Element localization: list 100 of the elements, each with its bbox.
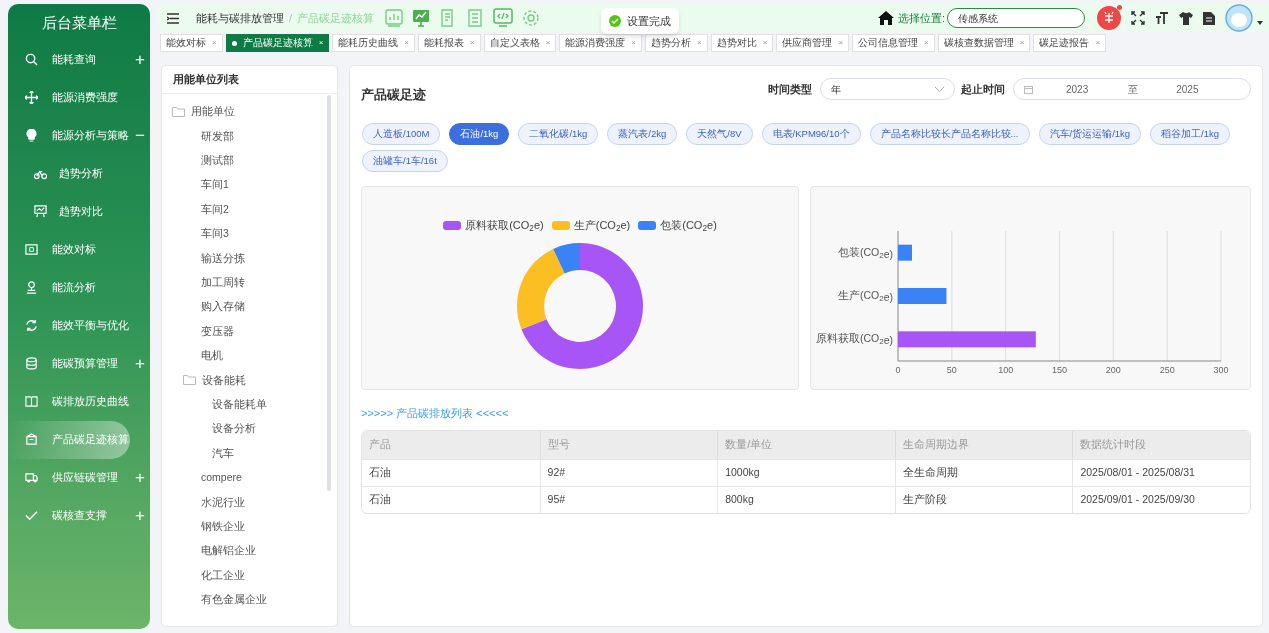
menu-item[interactable]: 能源消费强度: [8, 78, 150, 117]
scrollbar[interactable]: [327, 95, 331, 491]
search-icon: [25, 53, 38, 66]
package-icon: [25, 433, 38, 446]
close-icon[interactable]: ×: [404, 37, 409, 49]
tree-item[interactable]: 钢铁企业: [201, 518, 245, 535]
axis-tick-label: 250: [1159, 365, 1175, 375]
close-icon[interactable]: ×: [1019, 37, 1025, 49]
presentation-board-icon: [34, 205, 47, 218]
check-icon: [25, 509, 38, 522]
location-field[interactable]: 传感系统: [947, 8, 1085, 28]
menu-item[interactable]: 趋势对比: [8, 192, 150, 231]
shirt-icon[interactable]: [1179, 11, 1193, 25]
product-chip[interactable]: 蒸汽表/2kg: [607, 123, 678, 145]
tree-item[interactable]: 研发部: [201, 128, 234, 145]
tab[interactable]: 能源消费强度 ×: [559, 34, 643, 52]
tab[interactable]: 供应商管理 ×: [776, 34, 850, 52]
product-chip[interactable]: 汽车/货运运输/1kg: [1038, 123, 1142, 145]
tree-item[interactable]: 车间1: [201, 177, 229, 194]
tab[interactable]: 产品碳足迹核算 ×: [225, 34, 330, 52]
close-icon[interactable]: ×: [545, 37, 551, 49]
tree-item[interactable]: 电解铝企业: [201, 543, 256, 560]
tree-item[interactable]: 有色金属企业: [201, 592, 267, 608]
menu-item[interactable]: 能流分析: [8, 268, 150, 307]
axis-category-label: 生产(CO$_{2}$e): [837, 289, 893, 303]
tree-item[interactable]: 变压器: [201, 323, 234, 340]
expand-toggle[interactable]: −: [135, 127, 145, 144]
breadcrumb-separator: /: [289, 10, 293, 26]
close-icon[interactable]: ×: [697, 37, 702, 49]
tab[interactable]: 自定义表格 ×: [483, 34, 557, 52]
caret-icon[interactable]: [1257, 21, 1263, 25]
expand-toggle[interactable]: +: [135, 51, 145, 68]
tree-item[interactable]: 购入存储: [201, 299, 245, 316]
product-chip[interactable]: 电表/KPM96/10个: [761, 123, 861, 145]
table-cell: 全生命周期: [894, 459, 1073, 486]
sidebar-title: 后台菜单栏: [40, 13, 118, 33]
menu-item[interactable]: 趋势分析: [8, 154, 150, 193]
font-size-icon[interactable]: [1155, 11, 1169, 25]
product-chip[interactable]: 稻谷加工/1kg: [1150, 123, 1231, 145]
menu-item[interactable]: 碳核查支撑 +: [8, 496, 150, 535]
close-icon[interactable]: ×: [318, 37, 324, 49]
database-icon: [25, 357, 38, 370]
tree-item[interactable]: 电机: [201, 348, 223, 364]
tab[interactable]: 碳足迹报告 ×: [1033, 34, 1107, 52]
menu-item[interactable]: 能耗查询 +: [8, 40, 150, 79]
tree-item[interactable]: 设备分析: [212, 421, 256, 438]
product-chip[interactable]: 天然气/8V: [686, 123, 753, 145]
fullscreen-icon[interactable]: [1131, 11, 1145, 25]
menu-item[interactable]: 能效对标: [8, 230, 150, 269]
tab[interactable]: 能效对标 ×: [160, 34, 223, 52]
refresh-icon: [25, 319, 38, 332]
tab[interactable]: 碳核查数据管理 ×: [937, 34, 1031, 52]
tree-item[interactable]: 车间3: [201, 226, 229, 242]
expand-toggle[interactable]: +: [135, 355, 145, 372]
tree-item[interactable]: 测试部: [201, 153, 234, 169]
close-icon[interactable]: ×: [631, 37, 637, 49]
close-icon[interactable]: ×: [838, 37, 844, 49]
product-chip[interactable]: 油罐车/1车/16t: [362, 150, 448, 172]
expand-toggle[interactable]: +: [135, 507, 145, 524]
code-screen-icon[interactable]: [492, 8, 515, 28]
product-chip[interactable]: 石油/1kg: [449, 123, 510, 145]
menu-item[interactable]: 供应链碳管理 +: [8, 458, 150, 497]
settings-icon[interactable]: [521, 8, 542, 28]
tree-item[interactable]: 水泥行业: [201, 494, 245, 511]
menu-item[interactable]: 碳排放历史曲线: [8, 382, 150, 421]
menu-item[interactable]: 能碳预算管理 +: [8, 344, 150, 383]
axis-category-label: 包装(CO$_{2}$e): [837, 245, 893, 260]
product-chip[interactable]: 产品名称比较长产品名称比较...: [869, 123, 1030, 145]
tree-item[interactable]: 输送分拣: [201, 250, 245, 267]
close-icon[interactable]: ×: [1095, 37, 1101, 49]
menu-item[interactable]: 能效平衡与优化: [8, 306, 150, 345]
expand-toggle[interactable]: +: [135, 469, 145, 486]
table-cell: 2025/08/01 - 2025/08/31: [1072, 459, 1250, 486]
tree-item[interactable]: 化工企业: [201, 567, 245, 584]
axis-tick-label: 100: [998, 365, 1014, 375]
close-icon[interactable]: ×: [212, 37, 217, 49]
tree-item[interactable]: 车间2: [201, 201, 229, 218]
monitor-chart-icon[interactable]: [411, 8, 432, 28]
document-icon[interactable]: [1203, 11, 1215, 25]
tree-item[interactable]: 汽车: [212, 445, 234, 462]
tree-item[interactable]: 加工周转: [201, 275, 245, 291]
tree-item[interactable]: 用能单位: [191, 104, 235, 121]
tab[interactable]: 能耗报表 ×: [418, 34, 481, 52]
close-icon[interactable]: ×: [924, 37, 929, 49]
product-chip[interactable]: 人造板/100M: [362, 123, 441, 145]
close-icon[interactable]: ×: [470, 37, 475, 49]
product-chip[interactable]: 二氧化碳/1kg: [518, 123, 599, 145]
tab[interactable]: 趋势分析 ×: [645, 34, 708, 52]
tab[interactable]: 趋势对比 ×: [710, 34, 774, 52]
tree-item[interactable]: 设备能耗单: [212, 397, 267, 413]
tree-item[interactable]: compere: [201, 470, 242, 486]
menu-icon[interactable]: [167, 12, 180, 24]
home-icon[interactable]: [877, 11, 894, 25]
breadcrumb-link[interactable]: 能耗与碳排放管理: [196, 9, 284, 27]
tab[interactable]: 公司信息管理 ×: [852, 34, 935, 52]
calendar-icon: [1024, 84, 1033, 94]
tree-item[interactable]: 设备能耗: [202, 372, 246, 389]
menu-item[interactable]: 能源分析与策略 −: [8, 116, 150, 155]
close-icon[interactable]: ×: [762, 37, 768, 49]
tab[interactable]: 能耗历史曲线 ×: [332, 34, 415, 52]
